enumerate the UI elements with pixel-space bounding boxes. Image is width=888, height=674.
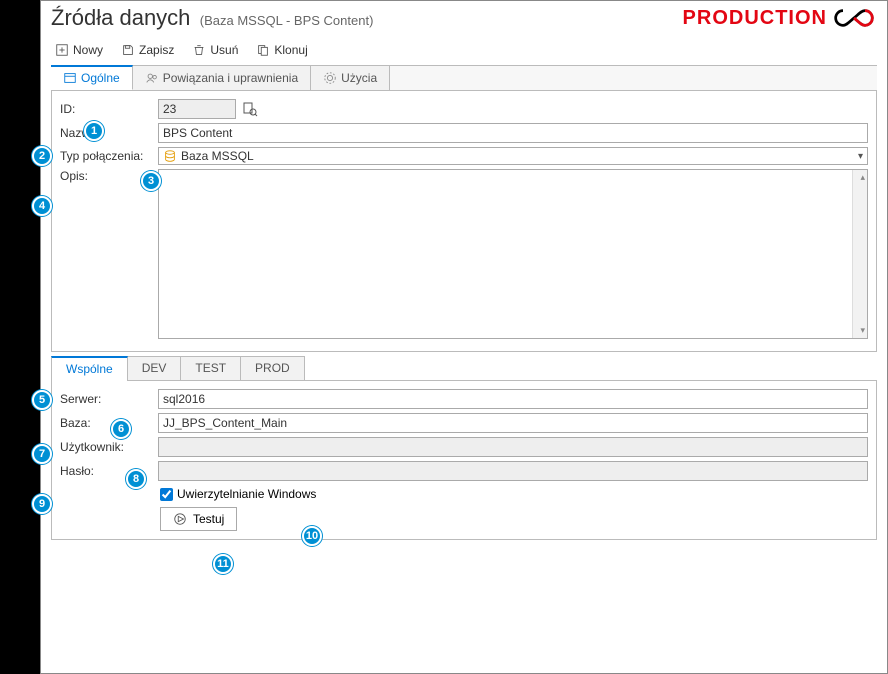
scroll-down-icon[interactable]: ▾ (860, 325, 865, 336)
winauth-label: Uwierzytelnianie Windows (177, 487, 316, 501)
uzytkownik-input[interactable] (158, 437, 868, 457)
new-button[interactable]: Nowy (51, 41, 107, 59)
database-icon (163, 149, 177, 163)
nazwa-input[interactable] (158, 123, 868, 143)
copy-icon (256, 43, 270, 57)
subtab-prod[interactable]: PROD (240, 356, 305, 380)
callout-9: 9 (32, 494, 52, 514)
save-button[interactable]: Zapisz (117, 41, 178, 59)
chevron-down-icon: ▾ (858, 151, 863, 162)
tab-uzycia[interactable]: Użycia (311, 66, 390, 90)
subtab-test[interactable]: TEST (180, 356, 241, 380)
toolbar: Nowy Zapisz Usuń Klonuj (41, 37, 887, 65)
callout-10: 10 (302, 526, 322, 546)
clone-button[interactable]: Klonuj (252, 41, 311, 59)
page-title: Źródła danych (51, 5, 190, 30)
haslo-input[interactable] (158, 461, 868, 481)
callout-11: 11 (213, 554, 233, 574)
uzytkownik-label: Użytkownik: (60, 440, 152, 454)
gear-icon (323, 71, 337, 85)
id-input (158, 99, 236, 119)
baza-label: Baza: (60, 416, 152, 430)
opis-label: Opis: (60, 169, 152, 183)
connection-form: Serwer: Baza: Użytkownik: Hasło: Uwierzy… (51, 381, 877, 540)
nazwa-label: Nazwa: (60, 126, 152, 140)
env-tabs: Wspólne DEV TEST PROD (51, 356, 877, 381)
subtab-dev[interactable]: DEV (127, 356, 182, 380)
serwer-label: Serwer: (60, 392, 152, 406)
scroll-up-icon[interactable]: ▴ (860, 172, 865, 183)
opis-textarea[interactable]: ▴ ▾ (158, 169, 868, 339)
new-icon (55, 43, 69, 57)
typ-label: Typ połączenia: (60, 149, 152, 163)
general-panel: ID: Nazwa: Typ połączenia: Baza MSSQL ▾ … (51, 91, 877, 352)
users-icon (145, 71, 159, 85)
id-label: ID: (60, 102, 152, 116)
callout-5: 5 (32, 390, 52, 410)
subtab-wspolne[interactable]: Wspólne (51, 356, 128, 380)
form-icon (63, 71, 77, 85)
callout-4: 4 (32, 196, 52, 216)
infinity-icon (831, 7, 877, 29)
save-icon (121, 43, 135, 57)
winauth-checkbox[interactable] (160, 488, 173, 501)
trash-icon (192, 43, 206, 57)
env-label: PRODUCTION (683, 7, 827, 30)
window-header: Źródła danych (Baza MSSQL - BPS Content)… (41, 1, 887, 37)
callout-3: 3 (141, 171, 161, 191)
serwer-input[interactable] (158, 389, 868, 409)
typ-select[interactable]: Baza MSSQL ▾ (158, 147, 868, 165)
tab-ogolne[interactable]: Ogólne (51, 65, 133, 90)
callout-6: 6 (111, 419, 131, 439)
delete-button[interactable]: Usuń (188, 41, 242, 59)
tab-powiazania[interactable]: Powiązania i uprawnienia (133, 66, 311, 90)
window: Źródła danych (Baza MSSQL - BPS Content)… (40, 0, 888, 674)
main-tabs: Ogólne Powiązania i uprawnienia Użycia (51, 65, 877, 91)
callout-2: 2 (32, 146, 52, 166)
connection-section: Wspólne DEV TEST PROD Serwer: Baza: Użyt… (51, 356, 877, 540)
search-id-icon[interactable] (242, 101, 258, 117)
page-subtitle: (Baza MSSQL - BPS Content) (200, 13, 374, 28)
test-button[interactable]: Testuj (160, 507, 237, 531)
play-icon (173, 512, 187, 526)
baza-input[interactable] (158, 413, 868, 433)
typ-value: Baza MSSQL (181, 149, 854, 163)
env-badge: PRODUCTION (683, 7, 877, 30)
title-group: Źródła danych (Baza MSSQL - BPS Content) (51, 5, 373, 31)
callout-8: 8 (126, 469, 146, 489)
callout-1: 1 (84, 121, 104, 141)
callout-7: 7 (32, 444, 52, 464)
